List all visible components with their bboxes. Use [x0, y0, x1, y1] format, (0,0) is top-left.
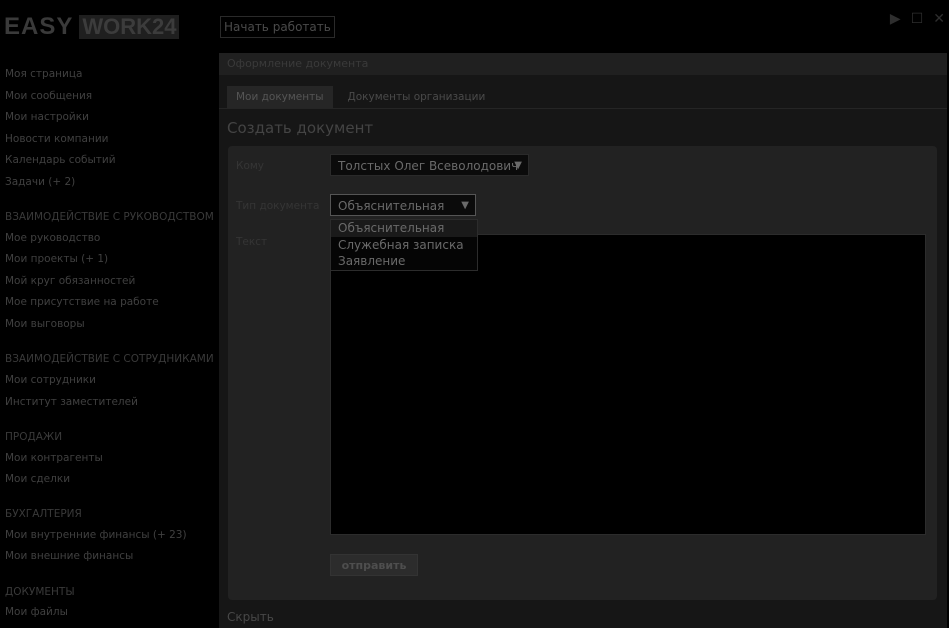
tab-organization-documents[interactable]: Документы организации — [339, 86, 495, 108]
recipient-select[interactable]: Толстых Олег Всеволодович ▼ — [330, 154, 529, 176]
doctype-option-application[interactable]: Заявление — [331, 253, 477, 270]
sidebar-item-external-finance[interactable]: Мои внешние финансы — [5, 550, 133, 562]
sidebar-item-calendar[interactable]: Календарь событий — [5, 154, 116, 166]
doctype-option-memo[interactable]: Служебная записка — [331, 237, 477, 254]
sidebar-item-reprimands[interactable]: Мои выговоры — [5, 318, 85, 330]
sidebar-section-employees: ВЗАИМОДЕЙСТВИЕ С СОТРУДНИКАМИ — [5, 353, 214, 365]
sidebar-item-duties[interactable]: Мой круг обязанностей — [5, 275, 135, 287]
tab-bar: Мои документы Документы организации — [227, 86, 500, 108]
sidebar-item-counterparties[interactable]: Мои контрагенты — [5, 452, 103, 464]
doctype-select[interactable]: Объяснительная ▼ — [330, 194, 476, 216]
chevron-down-icon: ▼ — [514, 160, 522, 171]
sidebar-item-messages[interactable]: Мои сообщения — [5, 90, 92, 102]
document-panel: Оформление документа Мои документы Докум… — [219, 53, 947, 628]
logo-text-easy: EASY — [4, 13, 74, 40]
document-text-area[interactable] — [330, 234, 926, 535]
sidebar-item-internal-finance[interactable]: Мои внутренние финансы (+ 23) — [5, 529, 187, 541]
sidebar-item-employees[interactable]: Мои сотрудники — [5, 374, 96, 386]
sidebar-item-my-page[interactable]: Моя страница — [5, 68, 82, 80]
doctype-dropdown-list: Объяснительная Служебная записка Заявлен… — [330, 219, 478, 271]
sidebar-item-news[interactable]: Новости компании — [5, 133, 108, 145]
sidebar-section-sales: ПРОДАЖИ — [5, 431, 63, 443]
sidebar-section-accounting: БУХГАЛТЕРИЯ — [5, 508, 82, 520]
window-controls: ▶ ☐ ✕ — [890, 11, 945, 27]
create-document-form: Кому Толстых Олег Всеволодович ▼ Тип док… — [228, 146, 937, 600]
close-icon[interactable]: ✕ — [933, 11, 945, 27]
hide-link[interactable]: Скрыть — [227, 610, 274, 624]
sidebar-section-management: ВЗАИМОДЕЙСТВИЕ С РУКОВОДСТВОМ — [5, 211, 214, 223]
sidebar-item-tasks[interactable]: Задачи (+ 2) — [5, 176, 75, 188]
sidebar-item-projects[interactable]: Мои проекты (+ 1) — [5, 253, 108, 265]
panel-title: Оформление документа — [219, 53, 947, 75]
sidebar-item-my-management[interactable]: Мое руководство — [5, 232, 100, 244]
sidebar-item-deals[interactable]: Мои сделки — [5, 473, 70, 485]
page-title: Создать документ — [227, 119, 374, 137]
send-button[interactable]: отправить — [330, 554, 418, 576]
sidebar-item-my-files[interactable]: Мои файлы — [5, 606, 68, 618]
sidebar-item-deputies[interactable]: Институт заместителей — [5, 396, 138, 408]
sidebar-item-attendance[interactable]: Мое присутствие на работе — [5, 296, 159, 308]
tab-divider — [219, 108, 947, 109]
tab-my-documents[interactable]: Мои документы — [227, 86, 333, 108]
sidebar-section-documents: ДОКУМЕНТЫ — [5, 586, 75, 598]
start-work-button[interactable]: Начать работать — [220, 16, 335, 38]
recipient-label: Кому — [236, 160, 265, 172]
doctype-option-explanatory[interactable]: Объяснительная — [331, 220, 477, 237]
chevron-down-icon: ▼ — [461, 200, 469, 211]
maximize-icon[interactable]: ☐ — [911, 11, 924, 27]
app-logo: EASY WORK24 — [4, 13, 180, 40]
doctype-label: Тип документа — [236, 200, 320, 212]
logo-text-work24: WORK24 — [79, 15, 180, 39]
text-label: Текст — [236, 236, 268, 248]
recipient-value: Толстых Олег Всеволодович — [338, 159, 519, 173]
play-icon[interactable]: ▶ — [890, 11, 901, 27]
doctype-value: Объяснительная — [338, 199, 445, 213]
sidebar-item-settings[interactable]: Мои настройки — [5, 111, 89, 123]
